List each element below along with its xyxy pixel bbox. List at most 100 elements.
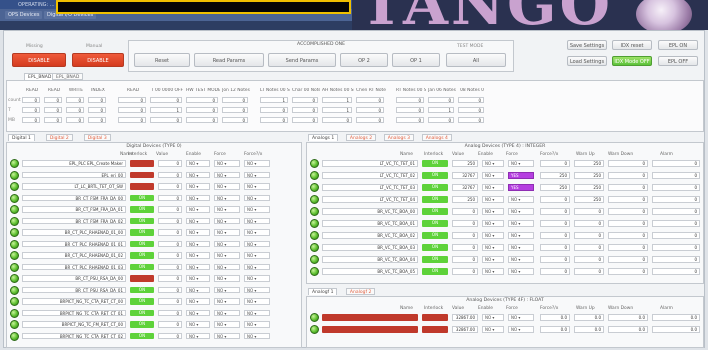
- force-select[interactable]: NO ▾: [214, 309, 240, 316]
- enable-select[interactable]: NO ▾: [186, 160, 210, 167]
- enable-select[interactable]: NO ▾: [482, 256, 504, 263]
- forcex-select[interactable]: NO ▾: [244, 160, 270, 167]
- forcex-select[interactable]: NO ▾: [244, 206, 270, 213]
- enable-select[interactable]: NO ▾: [186, 309, 210, 316]
- digital-name: BR_CT_PSU_RSA_DA_00: [22, 275, 126, 282]
- enable-select[interactable]: NO ▾: [186, 217, 210, 224]
- status-row-label: count: [8, 98, 21, 103]
- force-select[interactable]: NO ▾: [508, 196, 534, 203]
- force-select[interactable]: YES: [508, 172, 534, 179]
- force-select[interactable]: NO ▾: [214, 286, 240, 293]
- tab-digital-2[interactable]: Digital 2: [45, 134, 73, 141]
- enable-select[interactable]: NO ▾: [186, 298, 210, 305]
- tab-analog-4[interactable]: Analogs 4: [421, 134, 452, 141]
- tab-status-2[interactable]: EPL_BNAD: [52, 73, 84, 80]
- enable-select[interactable]: NO ▾: [482, 208, 504, 215]
- force-select[interactable]: NO ▾: [508, 326, 534, 333]
- force-select[interactable]: NO ▾: [508, 208, 534, 215]
- force-select[interactable]: NO ▾: [214, 263, 240, 270]
- enable-select[interactable]: NO ▾: [482, 220, 504, 227]
- forcex-select[interactable]: NO ▾: [244, 298, 270, 305]
- menu-item-ops-devices[interactable]: OPS Devices: [5, 11, 43, 19]
- forcex-select[interactable]: NO ▾: [244, 321, 270, 328]
- enable-select[interactable]: NO ▾: [482, 172, 504, 179]
- enable-select[interactable]: NO ▾: [186, 275, 210, 282]
- force-select[interactable]: NO ▾: [214, 160, 240, 167]
- all-button[interactable]: All: [446, 53, 506, 67]
- tab-analog-1[interactable]: Analogs 1: [308, 134, 339, 141]
- enable-select[interactable]: NO ▾: [186, 263, 210, 270]
- force-select[interactable]: NO ▾: [508, 220, 534, 227]
- tab-analog-2[interactable]: Analogs 2: [345, 134, 377, 141]
- force-select[interactable]: NO ▾: [214, 240, 240, 247]
- force-select[interactable]: NO ▾: [214, 275, 240, 282]
- enable-select[interactable]: NO ▾: [482, 196, 504, 203]
- forcex-select[interactable]: NO ▾: [244, 183, 270, 190]
- forcex-select[interactable]: NO ▾: [244, 171, 270, 178]
- force-select[interactable]: NO ▾: [214, 194, 240, 201]
- force-select[interactable]: NO ▾: [214, 229, 240, 236]
- force-select[interactable]: NO ▾: [508, 244, 534, 251]
- enable-select[interactable]: NO ▾: [482, 268, 504, 275]
- forcex-select[interactable]: NO ▾: [244, 240, 270, 247]
- force-select[interactable]: NO ▾: [508, 160, 534, 167]
- forcex-select[interactable]: NO ▾: [244, 275, 270, 282]
- enable-select[interactable]: NO ▾: [482, 314, 504, 321]
- tab-digital-3[interactable]: Digital 3: [83, 134, 111, 141]
- op1-button[interactable]: OP 1: [392, 53, 440, 67]
- load-settings-button[interactable]: Load Settings: [567, 56, 607, 66]
- disable-button-1[interactable]: DISABLE: [12, 53, 66, 67]
- force-select[interactable]: NO ▾: [214, 298, 240, 305]
- forcex-select[interactable]: NO ▾: [244, 217, 270, 224]
- tab-analog-3[interactable]: Analogs 3: [383, 134, 414, 141]
- enable-select[interactable]: NO ▾: [186, 171, 210, 178]
- forcex-select[interactable]: NO ▾: [244, 229, 270, 236]
- reset-button[interactable]: Reset: [134, 53, 190, 67]
- forcex-select[interactable]: NO ▾: [244, 263, 270, 270]
- forcex-select[interactable]: NO ▾: [244, 252, 270, 259]
- tab-digital-1[interactable]: Digital 1: [8, 134, 35, 141]
- forcex-select[interactable]: NO ▾: [244, 332, 270, 339]
- enable-select[interactable]: NO ▾: [186, 332, 210, 339]
- force-select[interactable]: NO ▾: [508, 268, 534, 275]
- force-select[interactable]: YES: [508, 184, 534, 191]
- enable-select[interactable]: NO ▾: [482, 244, 504, 251]
- enable-select[interactable]: NO ▾: [186, 252, 210, 259]
- read-params-button[interactable]: Read Params: [194, 53, 264, 67]
- force-select[interactable]: NO ▾: [214, 217, 240, 224]
- tab-analogf-1[interactable]: Analogf 1: [308, 288, 338, 295]
- force-select[interactable]: NO ▾: [214, 206, 240, 213]
- enable-select[interactable]: NO ▾: [186, 206, 210, 213]
- enable-select[interactable]: NO ▾: [482, 326, 504, 333]
- force-select[interactable]: NO ▾: [214, 183, 240, 190]
- force-select[interactable]: NO ▾: [508, 314, 534, 321]
- forcex-select[interactable]: NO ▾: [244, 286, 270, 293]
- disable-button-2[interactable]: DISABLE: [72, 53, 124, 67]
- op2-button[interactable]: OP 2: [340, 53, 388, 67]
- enable-select[interactable]: NO ▾: [186, 194, 210, 201]
- epl-on-button[interactable]: EPL ON: [658, 40, 698, 50]
- enable-select[interactable]: NO ▾: [482, 160, 504, 167]
- enable-select[interactable]: NO ▾: [186, 183, 210, 190]
- force-select[interactable]: NO ▾: [214, 171, 240, 178]
- force-select[interactable]: NO ▾: [214, 321, 240, 328]
- enable-select[interactable]: NO ▾: [482, 184, 504, 191]
- enable-select[interactable]: NO ▾: [482, 232, 504, 239]
- tab-status-1[interactable]: EPL_BNAD: [24, 73, 56, 80]
- forcex-select[interactable]: NO ▾: [244, 309, 270, 316]
- save-settings-button[interactable]: Save Settings: [567, 40, 607, 50]
- force-select[interactable]: NO ▾: [214, 252, 240, 259]
- idx-mode-off-button[interactable]: IDX Mode OFF: [612, 56, 652, 66]
- forcex-select[interactable]: NO ▾: [244, 194, 270, 201]
- enable-select[interactable]: NO ▾: [186, 286, 210, 293]
- send-params-button[interactable]: Send Params: [268, 53, 336, 67]
- tab-analogf-2[interactable]: Analogf 2: [345, 288, 376, 295]
- enable-select[interactable]: NO ▾: [186, 240, 210, 247]
- force-select[interactable]: NO ▾: [214, 332, 240, 339]
- force-select[interactable]: NO ▾: [508, 232, 534, 239]
- force-select[interactable]: NO ▾: [508, 256, 534, 263]
- enable-select[interactable]: NO ▾: [186, 229, 210, 236]
- epl-off-button[interactable]: EPL OFF: [658, 56, 698, 66]
- enable-select[interactable]: NO ▾: [186, 321, 210, 328]
- idx-reset-button[interactable]: IDX reset: [612, 40, 652, 50]
